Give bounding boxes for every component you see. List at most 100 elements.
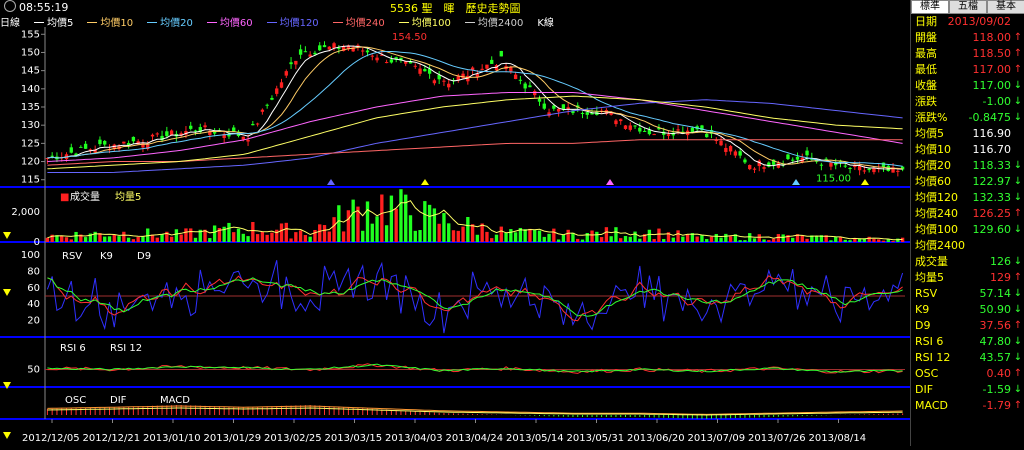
candle-body <box>361 50 365 52</box>
arrow-up-icon: ↑ <box>1013 208 1023 219</box>
volume-bar <box>576 238 580 242</box>
legend-swatch <box>206 22 217 23</box>
quote-value: 37.56 <box>979 319 1012 332</box>
volume-bar <box>408 215 413 242</box>
volume-bar <box>504 232 508 242</box>
legend-swatch <box>398 22 409 23</box>
candle-body <box>862 170 867 172</box>
candle-body <box>150 134 155 137</box>
candle-body <box>872 168 876 173</box>
candle-body <box>270 97 274 100</box>
tab-2[interactable]: 基本 <box>987 0 1024 14</box>
volume-tick-label: 0 <box>34 237 40 248</box>
quote-label: 收盤 <box>915 79 937 92</box>
date-tick-label: 2013/07/09 <box>688 433 746 444</box>
candle-body <box>638 127 642 132</box>
volume-bar <box>341 231 346 242</box>
quote-label: 均價2400 <box>915 239 965 252</box>
volume-bar <box>437 223 441 242</box>
volume-bar <box>155 237 159 242</box>
quote-value: 129.60 <box>972 223 1012 236</box>
volume-bar <box>872 238 876 242</box>
price-tick-label: 115 <box>21 175 40 186</box>
ma100-line <box>47 95 903 170</box>
volume-bar <box>45 237 50 242</box>
volume-bar <box>695 236 699 242</box>
volume-bar <box>394 208 398 242</box>
candle-body <box>298 49 303 55</box>
quote-value: 117.00 <box>972 79 1012 92</box>
quote-label: 最低 <box>915 63 937 76</box>
legend-swatch <box>34 22 44 23</box>
rsv-line <box>46 260 904 334</box>
arrow-up-icon: ↑ <box>1013 400 1023 411</box>
quote-label: 均量5 <box>915 271 944 284</box>
chart-area[interactable]: 115 120 125 130 135 140 145 150 155 154.50 115.00 ■… <box>0 27 910 446</box>
candle-body <box>791 159 795 161</box>
volume-bar <box>255 234 260 242</box>
price-tick-label: 145 <box>21 66 40 77</box>
candle-body <box>98 139 102 145</box>
collapse-arrow-icon[interactable] <box>3 232 11 239</box>
tab-1[interactable]: 五檔 <box>949 0 987 14</box>
candle-body <box>786 154 790 160</box>
volume-bar <box>843 239 847 242</box>
legend-swatch <box>332 22 343 23</box>
volume-bar <box>375 216 379 242</box>
macd-legend-label: DIF <box>110 395 127 406</box>
date-tick-label: 2013/07/26 <box>748 433 806 444</box>
volume-bar <box>681 236 685 242</box>
volume-bar <box>838 237 843 242</box>
arrow-down-icon: ↓ <box>1013 112 1023 123</box>
candle-body <box>533 91 537 96</box>
quote-value: 117.00 <box>972 63 1012 76</box>
candle-body <box>389 59 394 63</box>
quote-value: 43.57 <box>979 351 1012 364</box>
sidebar-tabs: 標準 五檔 基本 <box>911 0 1024 14</box>
quote-row: 均價60 122.97 ↓ <box>911 174 1024 190</box>
volume-bar <box>490 238 494 242</box>
quote-label: 漲跌 <box>915 95 937 108</box>
volume-bar <box>384 225 389 242</box>
volume-bar <box>232 232 236 242</box>
volume-bar <box>126 237 131 242</box>
collapse-arrow-icon[interactable] <box>3 432 11 439</box>
volume-bar <box>260 231 265 242</box>
candle-body <box>313 52 317 55</box>
volume-bar <box>289 238 293 242</box>
quote-value: 2013/09/02 <box>947 15 1011 28</box>
date-tick-label: 2013/05/31 <box>567 433 625 444</box>
arrow-down-icon: ↓ <box>1013 224 1023 235</box>
high-annotation: 154.50 <box>392 32 427 43</box>
top-bar: 08:55:19 5536 聖 暉 歷史走勢圖 <box>0 0 910 15</box>
volume-bar <box>590 230 594 242</box>
candle-body <box>303 51 308 53</box>
tab-0[interactable]: 標準 <box>911 0 949 14</box>
collapse-arrow-icon[interactable] <box>3 289 11 296</box>
quote-row: D9 37.56 ↑ <box>911 318 1024 334</box>
volume-tick-label: 2,000 <box>11 207 40 218</box>
candle-body <box>260 109 265 112</box>
quote-value: 50.90 <box>979 303 1012 316</box>
volume-bar <box>771 238 776 242</box>
volume-bar <box>112 234 116 242</box>
stock-chart[interactable]: 115 120 125 130 135 140 145 150 155 154.50 115.00 ■… <box>0 27 910 446</box>
candle-body <box>241 136 245 140</box>
quote-value: 126.25 <box>972 207 1012 220</box>
quote-value: 116.70 <box>972 143 1012 156</box>
kd-legend-label: D9 <box>137 251 151 262</box>
volume-bar <box>451 230 456 242</box>
volume-bar <box>184 228 188 242</box>
volume-bar <box>595 231 599 242</box>
quote-value: -1.79 <box>982 399 1011 412</box>
candle-body <box>279 82 284 88</box>
candle-body <box>490 59 494 64</box>
volume-bar <box>685 233 690 242</box>
volume-bar <box>346 210 351 242</box>
volume-bar <box>427 204 432 242</box>
quote-label: 均價60 <box>915 175 951 188</box>
volume-bar <box>638 238 642 242</box>
quote-label: MACD <box>915 399 948 412</box>
candle-body <box>523 83 527 89</box>
volume-bar <box>614 227 618 242</box>
